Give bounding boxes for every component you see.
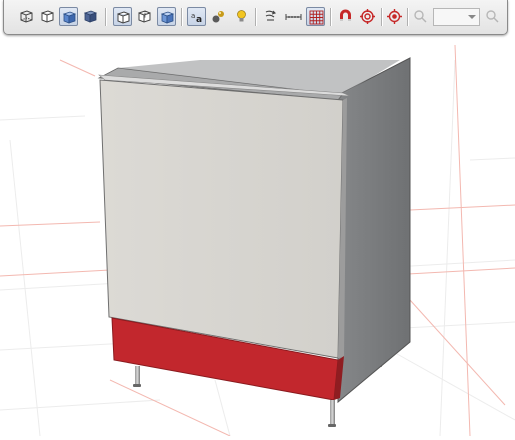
cube-wireframe-icon (20, 10, 33, 23)
materials-button[interactable] (209, 7, 228, 26)
light-bulb-icon (237, 10, 246, 22)
render-outline-button[interactable] (113, 7, 132, 26)
magnet-icon (340, 9, 351, 21)
dimension-ruler-icon (285, 14, 302, 20)
cube-outline-icon (41, 10, 54, 23)
magnifier-icon (414, 10, 427, 23)
toolbar-separator (381, 8, 383, 26)
cube-hidden-line-icon (138, 10, 151, 23)
magnifier-icon (486, 10, 499, 23)
toolbar-separator (105, 8, 107, 26)
grid-button[interactable] (306, 7, 325, 26)
spheres-icon (212, 11, 224, 23)
cube-shaded-blue-icon (160, 11, 175, 24)
dimension-button[interactable] (284, 7, 303, 26)
cabinet-scene[interactable] (0, 0, 515, 437)
cube-shaded-blue-icon (62, 11, 77, 24)
texture-text-button[interactable]: aa (187, 7, 206, 26)
svg-text:a: a (196, 15, 202, 25)
render-shaded-button[interactable] (157, 7, 176, 26)
render-hidden-line-button[interactable] (135, 7, 154, 26)
zoom-in-button[interactable] (483, 7, 502, 26)
cube-outline-icon (117, 11, 130, 24)
toolbar-separator (181, 8, 183, 26)
cabinet-front-door (99, 79, 344, 359)
svg-text:a: a (191, 12, 195, 20)
view-toolbar: aa (3, 0, 508, 35)
magnet-snap-button[interactable] (336, 7, 355, 26)
toolbar-separator (407, 8, 409, 26)
view-solid-button[interactable] (81, 7, 100, 26)
light-button[interactable] (232, 7, 251, 26)
view-shaded-button[interactable] (59, 7, 78, 26)
view-front-outline-button[interactable] (38, 7, 57, 26)
target-icon (360, 9, 375, 24)
aa-texture-icon: aa (191, 12, 202, 25)
toolbar-separator (330, 8, 332, 26)
cabinet-side-panel (337, 57, 411, 404)
section-cut-icon (265, 10, 277, 21)
crosshair-icon (387, 9, 402, 24)
zoom-out-button[interactable] (411, 7, 430, 26)
3d-viewport[interactable] (0, 0, 515, 437)
grid-icon (309, 10, 324, 25)
section-button[interactable] (261, 7, 280, 26)
zoom-level-select[interactable] (433, 8, 480, 26)
cube-solid-blue-icon (83, 10, 98, 23)
view-iso-wire-button[interactable] (17, 7, 36, 26)
target-snap-button[interactable] (358, 7, 377, 26)
toolbar-separator (255, 8, 257, 26)
center-view-button[interactable] (385, 7, 404, 26)
chevron-down-icon (468, 15, 476, 19)
